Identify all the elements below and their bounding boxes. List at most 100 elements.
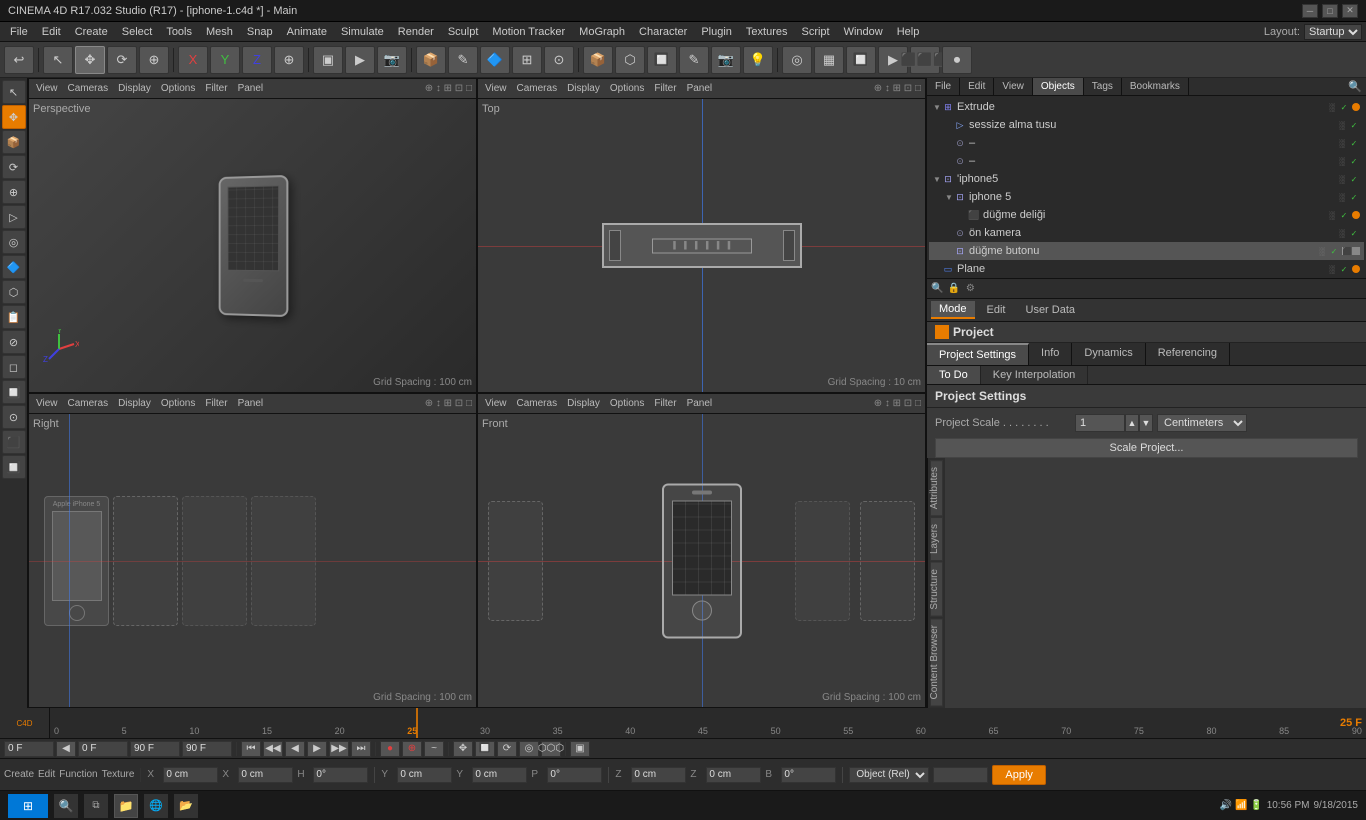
lt-select[interactable]: ↖ xyxy=(2,80,26,104)
edit-mat-btn[interactable]: Edit xyxy=(38,769,55,780)
lt-texture[interactable]: ⊘ xyxy=(2,330,26,354)
lt-object[interactable]: 📦 xyxy=(2,130,26,154)
search-button[interactable]: 🔍 xyxy=(54,794,78,818)
vp-top-display[interactable]: Display xyxy=(564,83,603,94)
select-tool[interactable]: ↖ xyxy=(43,46,73,74)
ps-tab-info[interactable]: Info xyxy=(1029,343,1072,365)
vp-panel-menu[interactable]: Panel xyxy=(235,83,267,94)
record-btn2[interactable]: ● xyxy=(380,741,400,757)
rvt-content[interactable]: Content Browser xyxy=(930,618,943,706)
menu-create[interactable]: Create xyxy=(69,24,114,40)
lt-scale[interactable]: ⊕ xyxy=(2,180,26,204)
menu-animate[interactable]: Animate xyxy=(281,24,333,40)
menu-sculpt[interactable]: Sculpt xyxy=(442,24,485,40)
tree-item-dugme-deligi[interactable]: ▶ ⬛ düğme deliği ░ ✓ xyxy=(929,206,1364,224)
scale-spin-down[interactable]: ▼ xyxy=(1139,414,1153,432)
goto-end-btn[interactable]: ⏭ xyxy=(351,741,371,757)
render-viewport[interactable]: ▶ xyxy=(345,46,375,74)
user-data-tab[interactable]: User Data xyxy=(1018,302,1084,318)
play-reverse-btn[interactable]: ◀ xyxy=(285,741,305,757)
task-view-btn[interactable]: ⧉ xyxy=(84,794,108,818)
object-type-select[interactable]: Object (Rel) World xyxy=(849,767,929,783)
tags-tab[interactable]: Tags xyxy=(1084,78,1122,95)
current-frame-field[interactable] xyxy=(4,741,54,757)
timeline-main[interactable]: 0 5 10 15 20 25 30 35 40 45 50 55 60 65 … xyxy=(50,708,1366,738)
step-back-btn[interactable]: ◀◀ xyxy=(263,741,283,757)
menu-file[interactable]: File xyxy=(4,24,34,40)
vp-display-menu[interactable]: Display xyxy=(115,83,154,94)
ps-subtab-todo[interactable]: To Do xyxy=(927,366,981,384)
ps-tab-settings[interactable]: Project Settings xyxy=(927,343,1029,365)
tree-item-sessize[interactable]: ▶ ▷ sessize alma tusu ░ ✓ xyxy=(929,116,1364,134)
render-region[interactable]: ▣ xyxy=(313,46,343,74)
rotate-tool[interactable]: ⟳ xyxy=(107,46,137,74)
menu-script[interactable]: Script xyxy=(795,24,835,40)
lt-move[interactable]: ✥ xyxy=(2,105,26,129)
menu-select[interactable]: Select xyxy=(116,24,159,40)
timeline-btn[interactable]: ⬛⬛⬛ xyxy=(910,46,940,74)
end-frame-field2[interactable] xyxy=(182,741,232,757)
tree-item-dot1[interactable]: ▶ ⊙ – ░ ✓ xyxy=(929,134,1364,152)
vp-front-options[interactable]: Options xyxy=(607,398,647,409)
goto-start-btn[interactable]: ⏮ xyxy=(241,741,261,757)
vp-top-filter[interactable]: Filter xyxy=(651,83,679,94)
ps-subtab-keyinterp[interactable]: Key Interpolation xyxy=(981,366,1089,384)
vp-filter-menu[interactable]: Filter xyxy=(202,83,230,94)
record-btn[interactable]: ⏺ xyxy=(942,46,972,74)
tree-item-dugme-butonu[interactable]: ▶ ⊡ düğme butonu ░ ✓ ⬛ xyxy=(929,242,1364,260)
close-button[interactable]: ✕ xyxy=(1342,4,1358,18)
menu-help[interactable]: Help xyxy=(891,24,926,40)
vp-cameras-menu[interactable]: Cameras xyxy=(65,83,112,94)
tree-item-iphone5-group[interactable]: ▼ ⊡ 'iphone5 ░ ✓ xyxy=(929,170,1364,188)
menu-mograph[interactable]: MoGraph xyxy=(573,24,631,40)
explorer-btn[interactable]: 📁 xyxy=(114,794,138,818)
y-field[interactable] xyxy=(397,767,452,783)
lt-rotate[interactable]: ⟳ xyxy=(2,155,26,179)
viewport-btn[interactable]: ▣ xyxy=(570,741,590,757)
end-frame-field[interactable] xyxy=(130,741,180,757)
generators[interactable]: ⬡ xyxy=(615,46,645,74)
vp-front-display[interactable]: Display xyxy=(564,398,603,409)
vp-front-cameras[interactable]: Cameras xyxy=(514,398,561,409)
mode-tab[interactable]: Mode xyxy=(931,301,975,319)
tree-item-iphone5[interactable]: ▼ ⊡ iphone 5 ░ ✓ xyxy=(929,188,1364,206)
py-field[interactable] xyxy=(472,767,527,783)
auto-key-btn[interactable]: ⊕ xyxy=(402,741,422,757)
view-tab[interactable]: View xyxy=(994,78,1033,95)
axis-x[interactable]: X xyxy=(178,46,208,74)
layout-dropdown[interactable]: Startup xyxy=(1304,24,1362,40)
vp-right-display[interactable]: Display xyxy=(115,398,154,409)
lt-anim[interactable]: 🔲 xyxy=(2,455,26,479)
lt-light[interactable]: 🔲 xyxy=(2,380,26,404)
step-fwd-btn[interactable]: ▶▶ xyxy=(329,741,349,757)
rvt-layers[interactable]: Layers xyxy=(930,517,943,561)
menu-render[interactable]: Render xyxy=(392,24,440,40)
floor-grid[interactable]: ▦ xyxy=(814,46,844,74)
viewport-solo[interactable]: ◎ xyxy=(782,46,812,74)
lt-material[interactable]: 📋 xyxy=(2,305,26,329)
scale-tool[interactable]: ⊕ xyxy=(139,46,169,74)
point-tool[interactable]: ⊙ xyxy=(544,46,574,74)
menu-plugin[interactable]: Plugin xyxy=(695,24,738,40)
bookmarks-tab[interactable]: Bookmarks xyxy=(1122,78,1189,95)
vp-front-panel[interactable]: Panel xyxy=(684,398,716,409)
tree-item-extrude[interactable]: ▼ ⊞ Extrude ░ ✓ xyxy=(929,98,1364,116)
cameras[interactable]: 📷 xyxy=(711,46,741,74)
viewport-perspective-content[interactable]: Perspective X xyxy=(29,99,476,392)
vp-top-view[interactable]: View xyxy=(482,83,510,94)
objects-tab[interactable]: Objects xyxy=(1033,78,1084,95)
tree-item-dot2[interactable]: ▶ ⊙ – ░ ✓ xyxy=(929,152,1364,170)
minimize-button[interactable]: ─ xyxy=(1302,4,1318,18)
viewport-front-content[interactable]: Front xyxy=(478,414,925,707)
menu-character[interactable]: Character xyxy=(633,24,693,40)
lock-key-btn[interactable]: 🔲 xyxy=(475,741,495,757)
menu-window[interactable]: Window xyxy=(838,24,889,40)
project-scale-input[interactable] xyxy=(1075,414,1125,432)
ps-tab-dynamics[interactable]: Dynamics xyxy=(1072,343,1145,365)
file-tab[interactable]: File xyxy=(927,78,960,95)
x-field[interactable] xyxy=(163,767,218,783)
start-frame-field[interactable] xyxy=(78,741,128,757)
rvt-structure[interactable]: Structure xyxy=(930,562,943,617)
axis-world[interactable]: ⊕ xyxy=(274,46,304,74)
vp-right-cameras[interactable]: Cameras xyxy=(65,398,112,409)
